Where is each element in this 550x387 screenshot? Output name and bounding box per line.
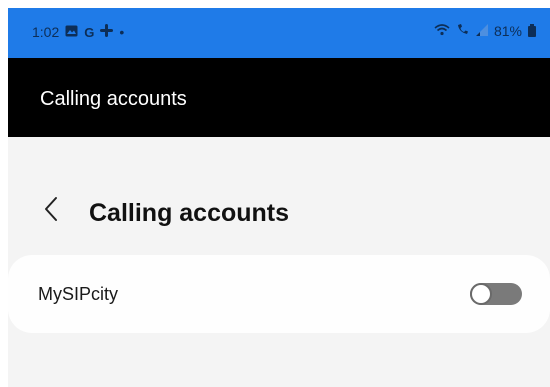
signal-icon <box>475 23 488 39</box>
app-title-bar: Calling accounts <box>8 58 550 137</box>
toggle-knob <box>470 283 492 305</box>
account-toggle[interactable] <box>470 283 522 305</box>
account-label: MySIPcity <box>38 284 119 304</box>
phone-screen: 1:02 G • 81% Calling accounts Calling ac… <box>8 8 550 387</box>
account-row-mysipcity[interactable]: MySIPcity <box>8 255 550 333</box>
wifi-call-icon <box>434 23 450 39</box>
vowifi-icon <box>456 23 470 39</box>
status-bar: 1:02 G • 81% <box>8 8 550 58</box>
battery-percent: 81% <box>493 23 522 39</box>
status-dot: • <box>119 24 125 40</box>
battery-icon <box>528 23 536 37</box>
page-title: Calling accounts <box>89 199 290 227</box>
status-right: 81% <box>434 23 536 39</box>
status-time: 1:02 <box>32 24 60 40</box>
photo-icon <box>65 25 78 40</box>
chevron-left-icon <box>45 197 57 221</box>
status-left: 1:02 G • <box>32 24 124 40</box>
settings-content: Calling accounts MySIPcity <box>8 137 550 387</box>
app-title: Calling accounts <box>40 88 187 110</box>
google-icon: G <box>84 24 95 40</box>
slack-icon <box>100 24 114 40</box>
back-button[interactable] <box>36 189 66 229</box>
